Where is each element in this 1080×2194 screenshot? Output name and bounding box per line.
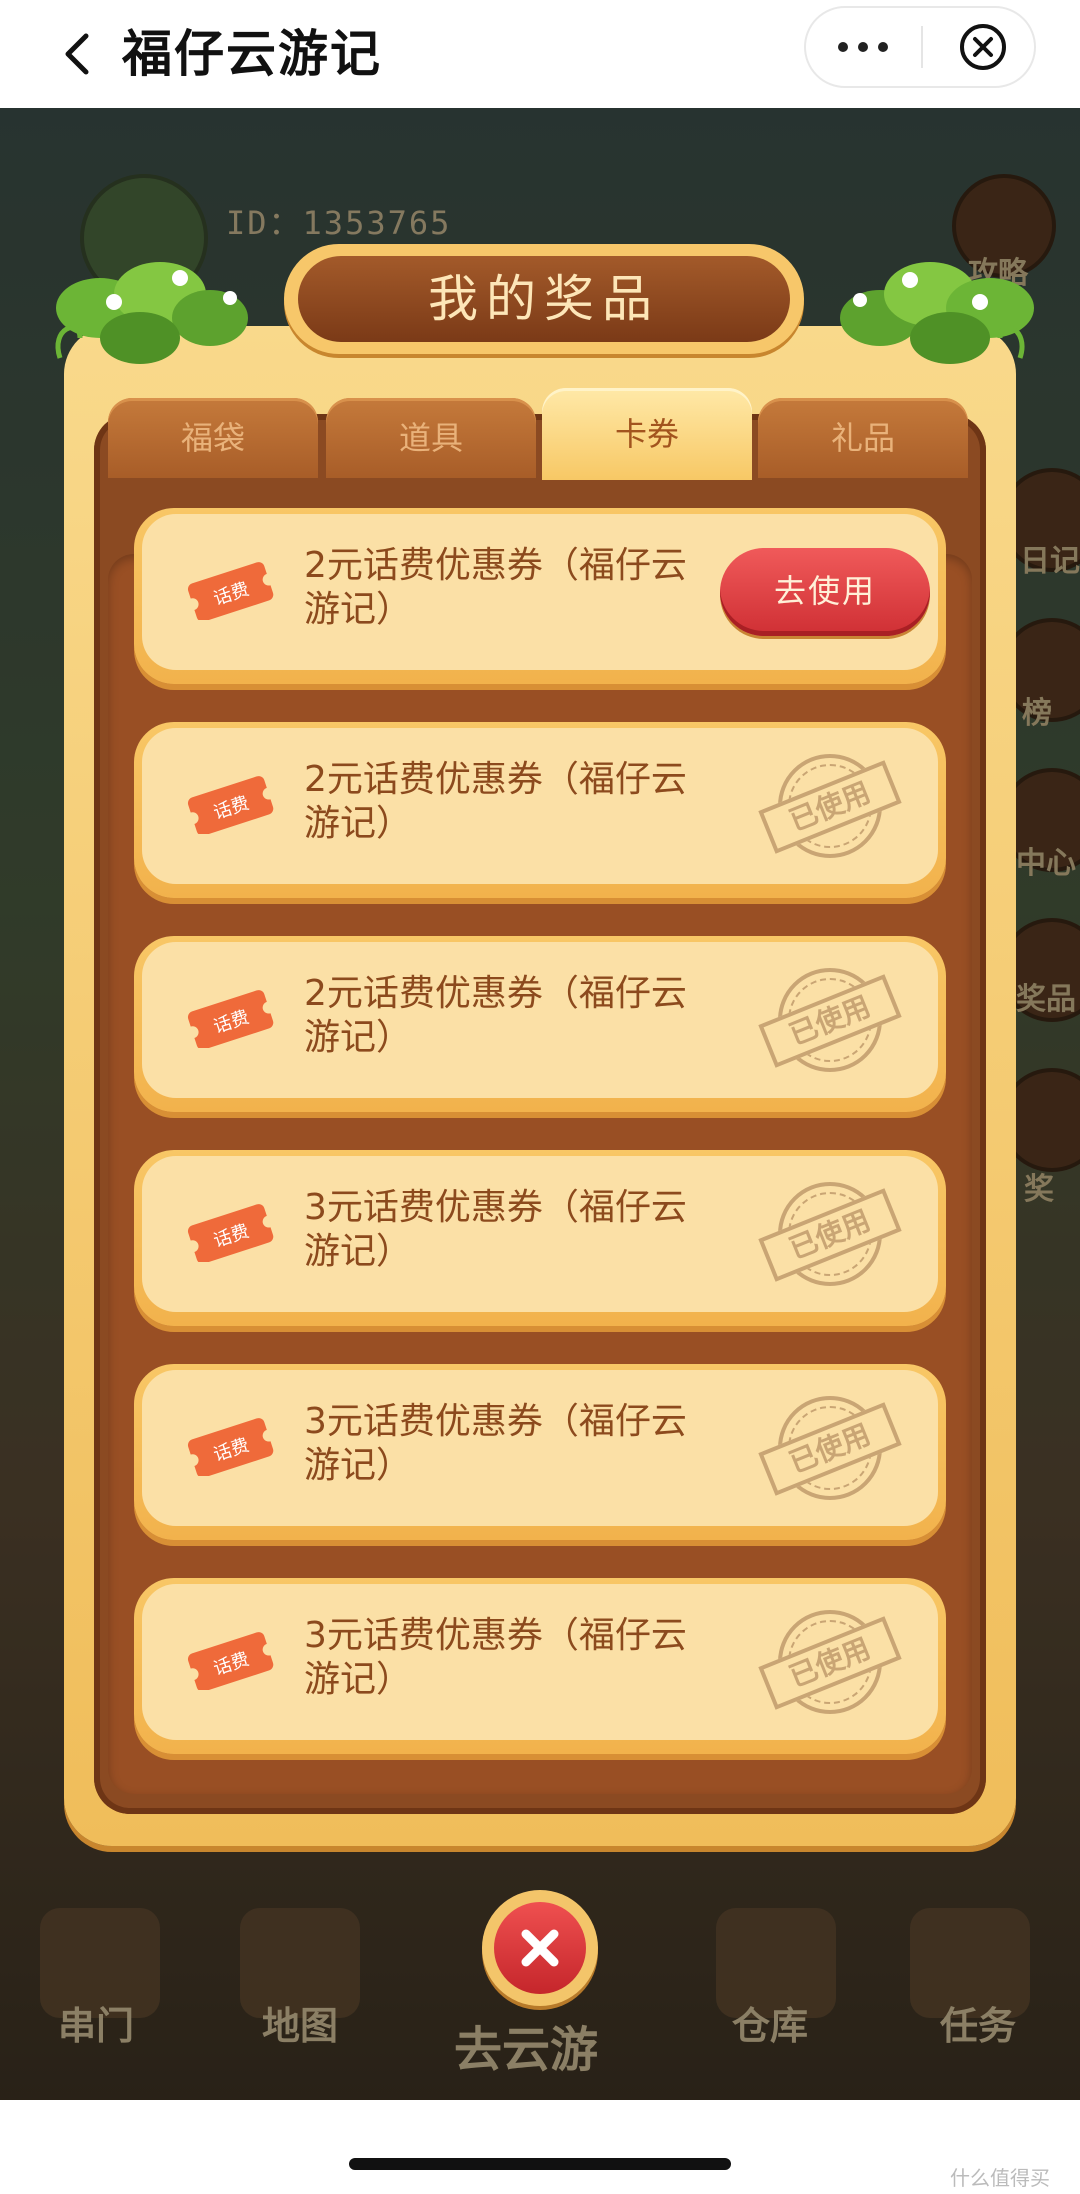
back-icon[interactable]	[50, 24, 110, 84]
coupon-card-face: 话费 2元话费优惠券（福仔云游记） 去使用	[142, 514, 938, 670]
tab-coupons[interactable]: 卡券	[542, 388, 752, 480]
coupon-card: 话费 2元话费优惠券（福仔云游记） 已使用	[134, 936, 946, 1112]
phone-bill-ticket-icon: 话费	[186, 1632, 275, 1690]
coupon-card-face: 话费 3元话费优惠券（福仔云游记） 已使用	[142, 1156, 938, 1312]
phone-bill-ticket-icon: 话费	[186, 1204, 275, 1262]
coupon-title: 3元话费优惠券（福仔云游记）	[304, 1615, 687, 1700]
capsule-divider	[921, 26, 923, 68]
coupon-card: 话费 3元话费优惠券（福仔云游记） 已使用	[134, 1578, 946, 1754]
use-coupon-button[interactable]: 去使用	[720, 548, 930, 636]
coupon-card-face: 话费 2元话费优惠券（福仔云游记） 已使用	[142, 728, 938, 884]
page-title: 福仔云游记	[122, 25, 382, 83]
used-stamp: 已使用	[758, 1396, 902, 1500]
home-indicator[interactable]	[349, 2158, 731, 2170]
modal-title: 我的奖品	[298, 256, 790, 342]
tab-props[interactable]: 道具	[326, 398, 536, 478]
coupon-card: 话费 3元话费优惠券（福仔云游记） 已使用	[134, 1150, 946, 1326]
mini-program-header: 福仔云游记	[0, 0, 1080, 109]
phone-bill-ticket-icon: 话费	[186, 1418, 275, 1476]
leaf-decoration-left	[55, 262, 248, 364]
coupon-card-face: 话费 2元话费优惠券（福仔云游记） 已使用	[142, 942, 938, 1098]
tab-bar: 福袋 道具 卡券 礼品	[108, 388, 976, 480]
used-stamp: 已使用	[758, 754, 902, 858]
phone-bill-ticket-icon: 话费	[186, 776, 275, 834]
leaf-decoration-right	[840, 262, 1034, 364]
coupon-card: 话费 3元话费优惠券（福仔云游记） 已使用	[134, 1364, 946, 1540]
coupon-card: 话费 2元话费优惠券（福仔云游记） 去使用	[134, 508, 946, 684]
coupon-title: 2元话费优惠券（福仔云游记）	[304, 973, 687, 1058]
phone-bill-ticket-icon: 话费	[186, 562, 275, 620]
tab-gifts[interactable]: 礼品	[758, 398, 968, 478]
tab-lucky-bag[interactable]: 福袋	[108, 398, 318, 478]
used-stamp: 已使用	[758, 1182, 902, 1286]
coupon-card: 话费 2元话费优惠券（福仔云游记） 已使用	[134, 722, 946, 898]
coupon-card-face: 话费 3元话费优惠券（福仔云游记） 已使用	[142, 1584, 938, 1740]
coupon-title: 2元话费优惠券（福仔云游记）	[304, 545, 687, 630]
modal-title-banner: 我的奖品	[284, 244, 804, 354]
coupon-title: 3元话费优惠券（福仔云游记）	[304, 1401, 687, 1486]
used-stamp: 已使用	[758, 968, 902, 1072]
modal-close-button[interactable]	[482, 1890, 598, 2006]
coupon-title: 2元话费优惠券（福仔云游记）	[304, 759, 687, 844]
more-icon[interactable]	[806, 8, 920, 86]
coupon-card-face: 话费 3元话费优惠券（福仔云游记） 已使用	[142, 1370, 938, 1526]
close-x-icon[interactable]	[494, 1902, 586, 1994]
phone-bill-ticket-icon: 话费	[186, 990, 275, 1048]
coupon-title: 3元话费优惠券（福仔云游记）	[304, 1187, 687, 1272]
watermark: 什么值得买	[950, 2166, 1050, 2190]
close-icon[interactable]	[930, 8, 1036, 86]
used-stamp: 已使用	[758, 1610, 902, 1714]
capsule-menu	[804, 6, 1036, 88]
